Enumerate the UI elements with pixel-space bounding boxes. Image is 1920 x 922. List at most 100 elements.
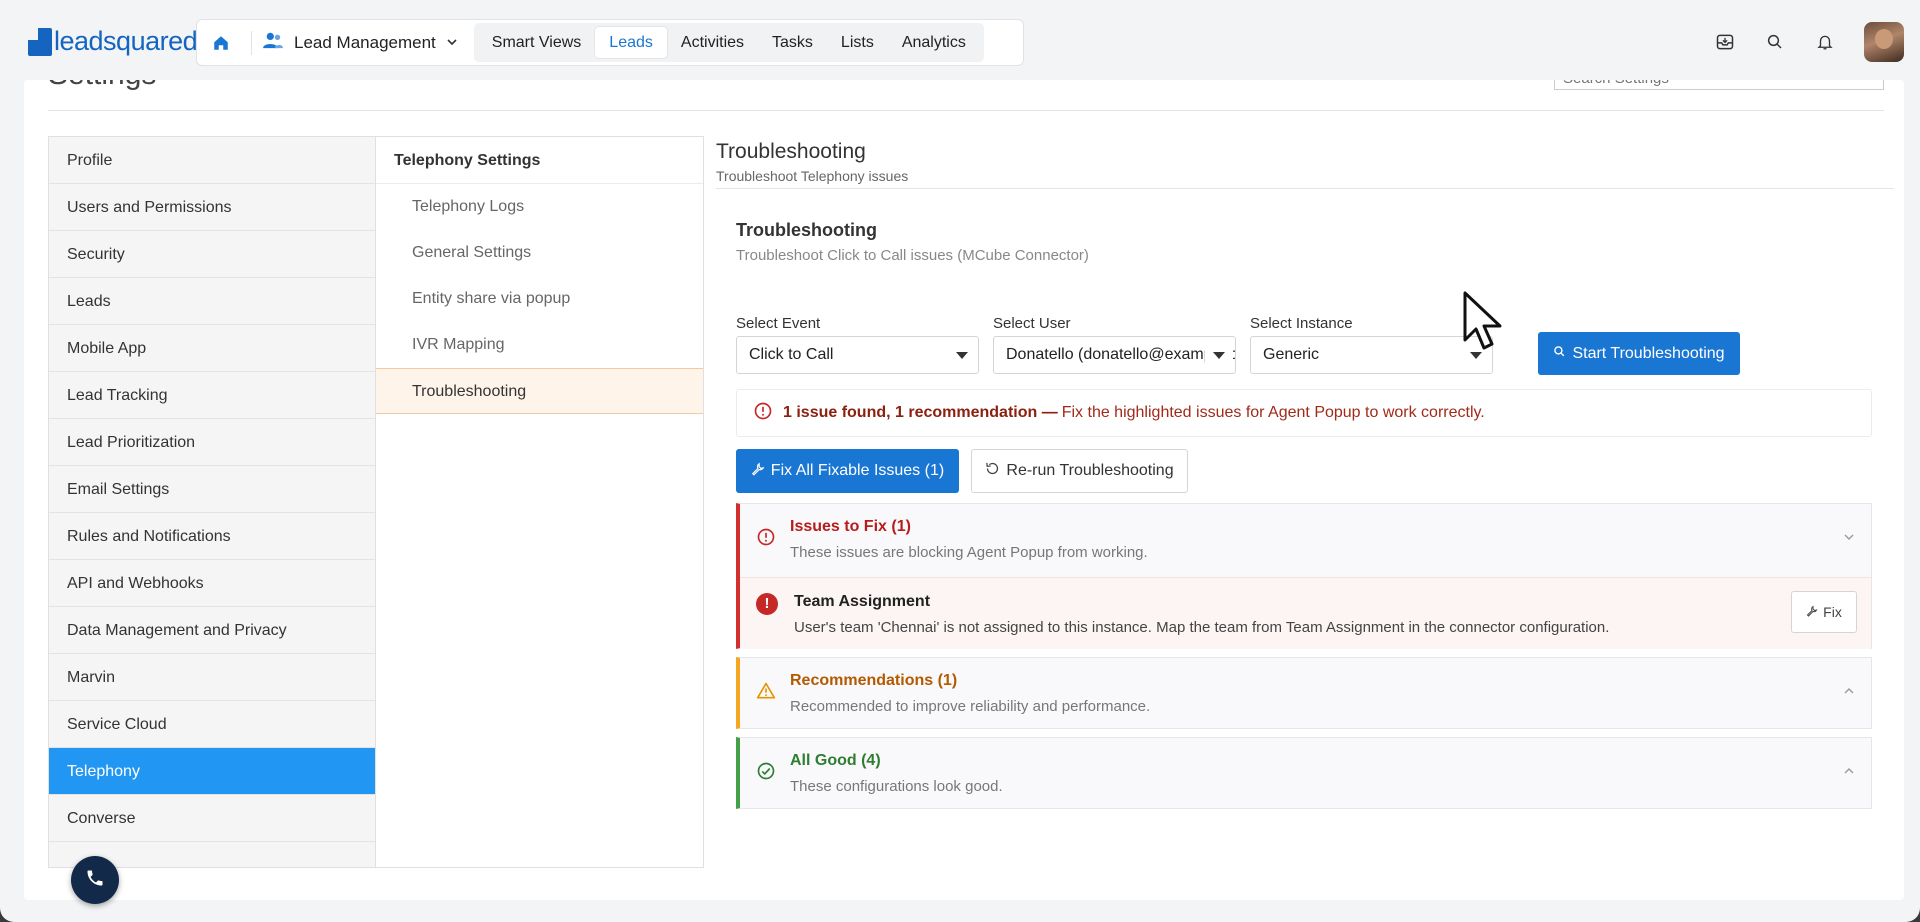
top-actions — [1700, 22, 1920, 62]
mouse-cursor-icon — [1462, 290, 1504, 357]
bell-icon[interactable] — [1800, 22, 1850, 62]
fix-all-label: Fix All Fixable Issues (1) — [770, 462, 945, 479]
search-input[interactable] — [1555, 80, 1865, 89]
chevron-up-icon[interactable] — [1843, 764, 1855, 782]
divider — [48, 110, 1884, 111]
nav-tabs: Smart Views Leads Activities Tasks Lists… — [473, 23, 984, 62]
issues-subtitle: These issues are blocking Agent Popup fr… — [790, 544, 1148, 561]
tab-lists[interactable]: Lists — [827, 27, 888, 58]
submenu-item-telephony-logs[interactable]: Telephony Logs — [376, 184, 703, 230]
tab-leads[interactable]: Leads — [595, 27, 667, 58]
page-title: Settings — [48, 80, 348, 94]
avatar[interactable] — [1864, 22, 1904, 62]
alert-text: Fix the highlighted issues for Agent Pop… — [1061, 404, 1485, 421]
issues-title: Issues to Fix (1) — [790, 518, 911, 535]
submenu-item-entity-share[interactable]: Entity share via popup — [376, 276, 703, 322]
menu-item-users-and-permissions[interactable]: Users and Permissions — [49, 184, 375, 231]
issue-title: Team Assignment — [794, 593, 931, 610]
tab-smart-views[interactable]: Smart Views — [478, 27, 596, 58]
users-icon — [262, 31, 284, 54]
content-title: Troubleshooting — [716, 140, 866, 163]
menu-item-rules-and-notifications[interactable]: Rules and Notifications — [49, 513, 375, 560]
menu-item-marvin[interactable]: Marvin — [49, 654, 375, 701]
submenu-item-general-settings[interactable]: General Settings — [376, 230, 703, 276]
divider — [716, 188, 1894, 189]
user-value: Donatello (donatello@example.com) — [1006, 346, 1236, 363]
all-good-section[interactable]: All Good (4) These configurations look g… — [736, 737, 1872, 809]
module-label: Lead Management — [294, 32, 436, 52]
phone-widget-button[interactable] — [71, 856, 119, 904]
submenu-item-ivr-mapping[interactable]: IVR Mapping — [376, 322, 703, 368]
issue-description: User's team 'Chennai' is not assigned to… — [794, 619, 1610, 636]
wrench-icon — [1806, 604, 1818, 620]
issues-section[interactable]: Issues to Fix (1) These issues are block… — [736, 503, 1872, 649]
menu-item-converse[interactable]: Converse — [49, 795, 375, 842]
chevron-down-icon — [446, 33, 458, 53]
event-label: Select Event — [736, 315, 821, 332]
submenu-item-troubleshooting[interactable]: Troubleshooting — [376, 368, 703, 414]
menu-item-mobile-app[interactable]: Mobile App — [49, 325, 375, 372]
menu-item-email-settings[interactable]: Email Settings — [49, 466, 375, 513]
fix-button[interactable]: Fix — [1791, 591, 1857, 633]
app-window: leadsquared Lead Management Smart Views … — [0, 0, 1920, 922]
submenu-heading: Telephony Settings — [376, 137, 703, 184]
module-switcher[interactable]: Lead Management — [262, 31, 458, 54]
menu-item-leads[interactable]: Leads — [49, 278, 375, 325]
result-alert: 1 issue found, 1 recommendation — Fix th… — [736, 389, 1872, 437]
menu-item-data-management[interactable]: Data Management and Privacy — [49, 607, 375, 654]
chevron-up-icon[interactable] — [1843, 684, 1855, 702]
alert-circle-icon — [756, 527, 776, 552]
all-good-title: All Good (4) — [790, 752, 881, 769]
phone-icon — [85, 868, 105, 893]
user-label: Select User — [993, 315, 1071, 332]
instance-label: Select Instance — [1250, 315, 1353, 332]
menu-item-lead-prioritization[interactable]: Lead Prioritization — [49, 419, 375, 466]
content-subtitle: Troubleshoot Telephony issues — [716, 168, 909, 184]
menu-item-telephony[interactable]: Telephony — [49, 748, 375, 795]
search-icon[interactable] — [1750, 22, 1800, 62]
top-bar: leadsquared Lead Management Smart Views … — [0, 0, 1920, 80]
panel-title: Troubleshooting — [736, 220, 877, 240]
menu-item-api-and-webhooks[interactable]: API and Webhooks — [49, 560, 375, 607]
home-icon[interactable] — [205, 27, 237, 59]
caret-down-icon — [956, 352, 968, 359]
recommendations-subtitle: Recommended to improve reliability and p… — [790, 698, 1151, 715]
leadsquared-logo[interactable]: leadsquared — [28, 26, 198, 57]
refresh-icon — [985, 461, 1000, 481]
recommendations-section[interactable]: Recommendations (1) Recommended to impro… — [736, 657, 1872, 729]
logo-text: leadsquared — [54, 26, 198, 56]
logo-mark-icon — [28, 27, 52, 56]
menu-item-security[interactable]: Security — [49, 231, 375, 278]
user-select[interactable]: Donatello (donatello@example.com) — [993, 336, 1236, 374]
search-icon — [1553, 345, 1566, 363]
all-good-subtitle: These configurations look good. — [790, 778, 1003, 795]
menu-item-lead-tracking[interactable]: Lead Tracking — [49, 372, 375, 419]
settings-left-menu: Profile Users and Permissions Security L… — [48, 136, 376, 868]
menu-item-profile[interactable]: Profile — [49, 137, 375, 184]
tab-activities[interactable]: Activities — [667, 27, 758, 58]
settings-page: Settings Profile Users and Permissions S… — [24, 80, 1904, 900]
instance-value: Generic — [1263, 346, 1320, 363]
fix-all-button[interactable]: Fix All Fixable Issues (1) — [736, 449, 959, 493]
telephony-submenu: Telephony Settings Telephony Logs Genera… — [376, 136, 704, 868]
event-value: Click to Call — [749, 346, 834, 363]
issue-item: ! Team Assignment User's team 'Chennai' … — [740, 577, 1871, 649]
chevron-down-icon[interactable] — [1843, 530, 1855, 548]
error-icon: ! — [756, 593, 778, 615]
menu-item-service-cloud[interactable]: Service Cloud — [49, 701, 375, 748]
rerun-label: Re-run Troubleshooting — [1006, 462, 1174, 479]
instance-select[interactable]: Generic — [1250, 336, 1493, 374]
fix-label: Fix — [1823, 604, 1842, 620]
panel-subtitle: Troubleshoot Click to Call issues (MCube… — [736, 247, 1089, 264]
warning-icon — [756, 681, 776, 706]
alert-summary: 1 issue found, 1 recommendation — — [783, 404, 1058, 421]
settings-search[interactable] — [1554, 80, 1884, 90]
tab-analytics[interactable]: Analytics — [888, 27, 980, 58]
caret-down-icon — [1213, 352, 1225, 359]
nav-divider — [251, 30, 252, 55]
tab-tasks[interactable]: Tasks — [758, 27, 827, 58]
rerun-button[interactable]: Re-run Troubleshooting — [971, 449, 1188, 493]
inbox-icon[interactable] — [1700, 22, 1750, 62]
start-troubleshooting-button[interactable]: Start Troubleshooting — [1538, 332, 1740, 375]
event-select[interactable]: Click to Call — [736, 336, 979, 374]
